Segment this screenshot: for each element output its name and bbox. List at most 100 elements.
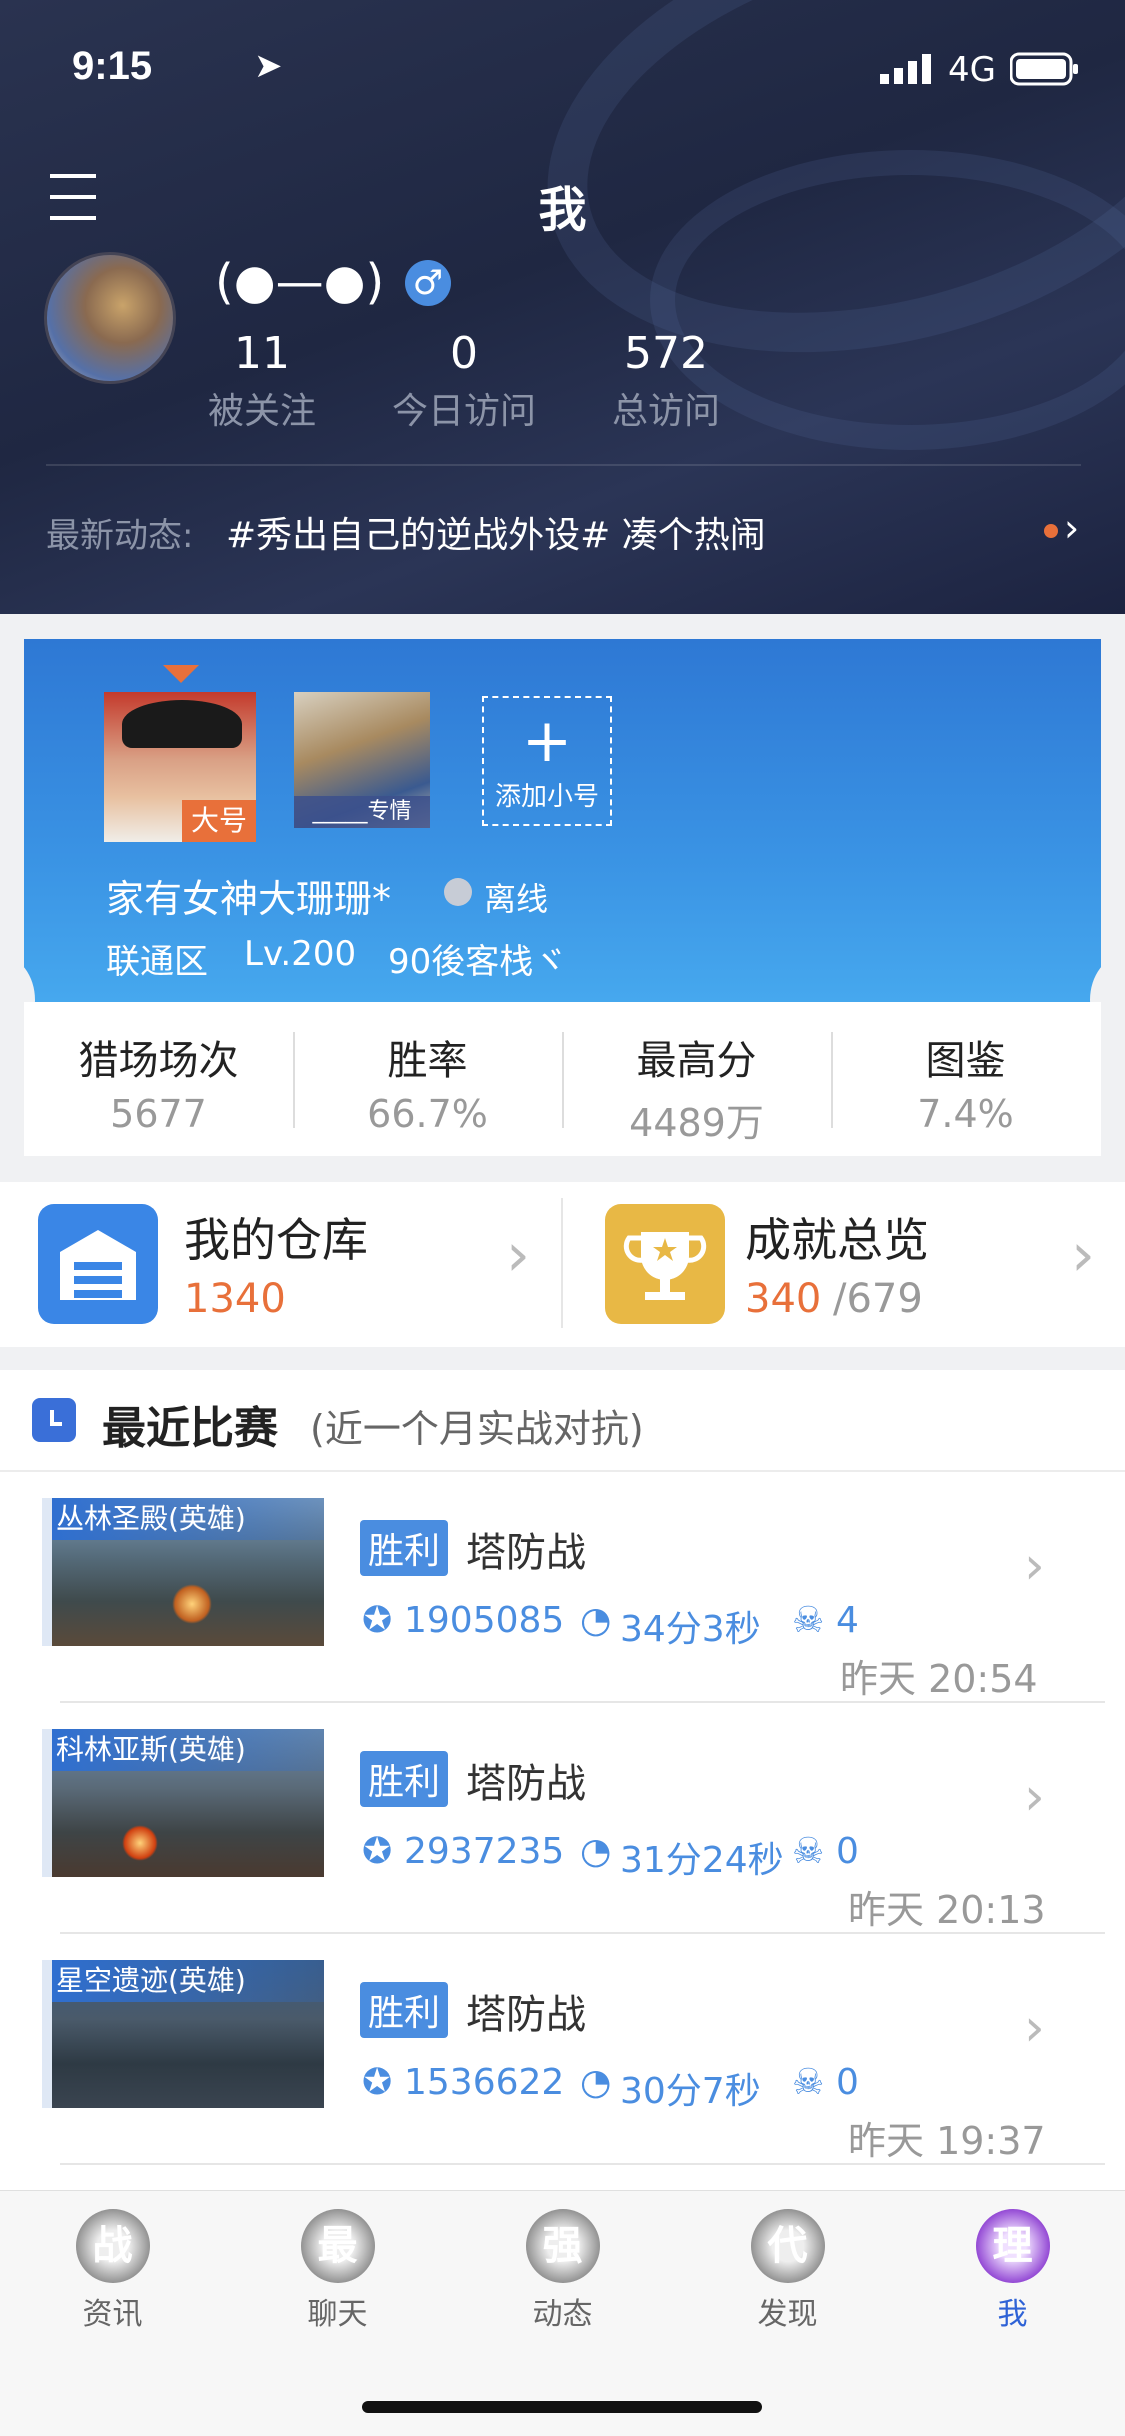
- timer-icon: ◔: [580, 1600, 612, 1641]
- stat-value: 66.7%: [367, 1092, 488, 1136]
- tab-chat-icon: 最: [300, 2209, 375, 2283]
- tab-feed-icon: 强: [525, 2209, 600, 2283]
- achievements-done: 340: [745, 1276, 822, 1322]
- stat-label: 胜率: [387, 1038, 468, 1084]
- mode-label: 塔防战: [466, 1761, 586, 1807]
- stat-label: 图鉴: [925, 1038, 1006, 1084]
- tab-feed[interactable]: 强 动态: [450, 2209, 675, 2333]
- shortcut-row: 我的仓库 1340 › 成就总览 340 /679 ›: [0, 1182, 1125, 1347]
- recent-title: 最近比赛: [102, 1403, 278, 1454]
- stat-hunts[interactable]: 猎场场次 5677: [24, 1002, 293, 1156]
- tab-discover[interactable]: 代 发现: [675, 2209, 900, 2333]
- duration: 31分24秒: [620, 1840, 784, 1881]
- chevron-right-icon: ›: [1024, 1536, 1045, 1596]
- map-thumbnail: 丛林圣殿(英雄): [42, 1498, 324, 1646]
- timer-icon: ◔: [580, 1831, 612, 1872]
- stat-highscore[interactable]: 最高分 4489万: [562, 1002, 831, 1156]
- match-item[interactable]: 科林亚斯(英雄) 胜利 塔防战 ✪ 2937235 ◔ 31分24秒 ☠ 0 昨…: [0, 1703, 1125, 1933]
- divider: [46, 464, 1081, 466]
- score: 1536622: [404, 2062, 565, 2103]
- tab-label: 我: [997, 2297, 1028, 2332]
- deaths: 0: [836, 2062, 859, 2103]
- offline-dot: [444, 878, 472, 906]
- achievements-total: /679: [833, 1276, 923, 1322]
- news-dot: [1044, 524, 1058, 538]
- achievements-button[interactable]: 成就总览 340 /679 ›: [563, 1182, 1125, 1347]
- status-time: 9:15: [72, 44, 153, 88]
- clock-icon: [32, 1398, 76, 1442]
- selected-indicator-icon: [163, 665, 199, 683]
- chevron-right-icon: ›: [1024, 1767, 1045, 1827]
- level-label: Lv.200: [244, 934, 357, 974]
- signal-icon: [880, 52, 936, 88]
- match-time: 昨天 19:37: [848, 2119, 1046, 2163]
- medal-icon: ✪: [362, 1831, 393, 1872]
- stat-label: 猎场场次: [78, 1038, 239, 1084]
- match-item[interactable]: 星空遗迹(英雄) 胜利 塔防战 ✪ 1536622 ◔ 30分7秒 ☠ 0 昨天…: [0, 1934, 1125, 2164]
- duration: 30分7秒: [620, 2071, 761, 2112]
- deaths: 4: [836, 1600, 859, 1641]
- medal-icon: ✪: [362, 2062, 393, 2103]
- result-badge: 胜利: [360, 1982, 449, 2038]
- tab-bar: 战 资讯 最 聊天 强 动态 代 发现 理 我: [0, 2190, 1125, 2436]
- stat-collection[interactable]: 图鉴 7.4%: [831, 1002, 1100, 1156]
- tab-chat[interactable]: 最 聊天: [225, 2209, 450, 2333]
- warehouse-icon: [38, 1204, 158, 1324]
- map-name: 星空遗迹(英雄): [52, 1960, 324, 2002]
- match-time: 昨天 20:13: [848, 1888, 1046, 1932]
- stat-value: 4489万: [629, 1101, 764, 1145]
- score: 1905085: [404, 1600, 565, 1641]
- stat-today-value: 0: [450, 328, 478, 379]
- home-indicator: [362, 2401, 762, 2413]
- medal-icon: ✪: [362, 1600, 393, 1641]
- add-account-button[interactable]: + 添加小号: [482, 696, 612, 826]
- divider: [60, 2163, 1105, 2165]
- skull-icon: ☠: [792, 1600, 825, 1641]
- achievements-chevron-icon: ›: [1071, 1220, 1095, 1290]
- stat-value: 7.4%: [917, 1092, 1014, 1136]
- tab-label: 资讯: [82, 2297, 143, 2332]
- result-badge: 胜利: [360, 1751, 449, 1807]
- nickname: (●—●): [215, 254, 385, 310]
- news-chevron-icon[interactable]: ›: [1064, 506, 1079, 550]
- recent-subtitle: (近一个月实战对抗): [310, 1407, 644, 1451]
- skull-icon: ☠: [792, 1831, 825, 1872]
- avatar[interactable]: [44, 252, 176, 384]
- guild-label: 90後客栈ヾ: [388, 942, 568, 982]
- stat-today-label: 今日访问: [391, 391, 536, 432]
- skull-icon: ☠: [792, 2062, 825, 2103]
- tab-news-icon: 战: [75, 2209, 150, 2283]
- sub-account-avatar[interactable]: _____专情: [294, 692, 430, 828]
- warehouse-button[interactable]: 我的仓库 1340 ›: [0, 1182, 562, 1347]
- add-account-label: 添加小号: [494, 782, 599, 812]
- score: 2937235: [404, 1831, 565, 1872]
- achievements-title: 成就总览: [745, 1213, 929, 1267]
- tab-me[interactable]: 理 我: [900, 2209, 1125, 2333]
- tab-label: 发现: [757, 2297, 818, 2332]
- hat-shape: [122, 700, 242, 748]
- news-text[interactable]: #秀出自己的逆战外设# 凑个热闹: [226, 506, 766, 558]
- stat-value: 5677: [110, 1092, 207, 1136]
- tab-me-icon: 理: [975, 2209, 1050, 2283]
- battery-icon: [1009, 52, 1080, 90]
- stat-winrate[interactable]: 胜率 66.7%: [293, 1002, 562, 1156]
- fire-shape: [172, 1584, 212, 1624]
- warehouse-chevron-icon: ›: [506, 1220, 530, 1290]
- stat-total-value: 572: [624, 328, 708, 379]
- tab-news[interactable]: 战 资讯: [0, 2209, 225, 2333]
- status-label: 离线: [484, 880, 549, 918]
- stat-followers-value: 11: [234, 328, 290, 379]
- warehouse-count: 1340: [184, 1276, 286, 1322]
- plus-icon: +: [521, 706, 573, 776]
- duration: 34分3秒: [620, 1609, 761, 1650]
- match-item[interactable]: 丛林圣殿(英雄) 胜利 塔防战 ✪ 1905085 ◔ 34分3秒 ☠ 4 昨天…: [0, 1472, 1125, 1702]
- trophy-icon: [605, 1204, 725, 1324]
- recent-matches: 最近比赛 (近一个月实战对抗) 丛林圣殿(英雄) 胜利 塔防战 ✪ 190508…: [0, 1370, 1125, 2190]
- map-thumbnail: 科林亚斯(英雄): [42, 1729, 324, 1877]
- fire-shape: [122, 1825, 158, 1861]
- main-account-avatar[interactable]: 大号: [104, 692, 256, 842]
- deaths: 0: [836, 1831, 859, 1872]
- timer-icon: ◔: [580, 2062, 612, 2103]
- warehouse-title: 我的仓库: [184, 1213, 368, 1267]
- network-label: 4G: [948, 50, 996, 90]
